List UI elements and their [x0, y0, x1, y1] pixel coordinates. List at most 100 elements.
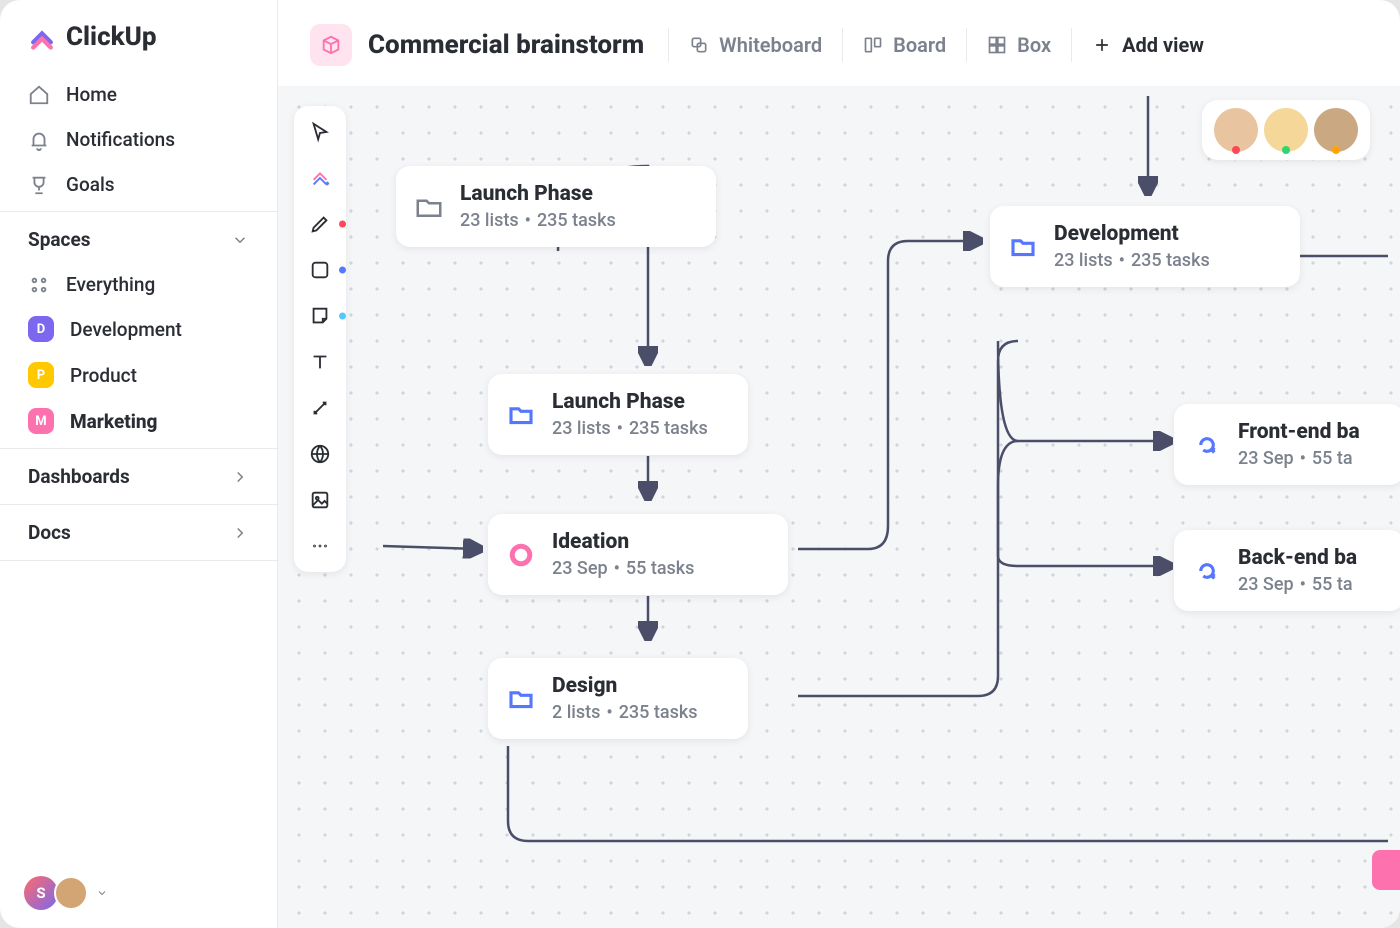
- node-meta: 23 lists•235 tasks: [460, 210, 616, 231]
- presence-avatar[interactable]: [1264, 108, 1308, 152]
- node-meta: 23 Sep•55 ta: [1238, 574, 1357, 595]
- brand-logo[interactable]: ClickUp: [0, 0, 277, 68]
- bell-icon: [28, 129, 50, 151]
- space-label: Development: [70, 318, 182, 341]
- tool-shape[interactable]: [308, 258, 332, 282]
- box-3d-icon: [320, 34, 342, 56]
- topbar: Commercial brainstorm Whiteboard Board B…: [278, 0, 1400, 86]
- view-label: Box: [1017, 33, 1051, 57]
- view-box[interactable]: Box: [966, 28, 1071, 62]
- page-title: Commercial brainstorm: [368, 30, 644, 60]
- tool-web[interactable]: [308, 442, 332, 466]
- node-meta: 23 Sep•55 ta: [1238, 448, 1360, 469]
- plus-icon: [1092, 35, 1112, 55]
- nav-home[interactable]: Home: [14, 72, 263, 117]
- space-label: Marketing: [70, 410, 157, 433]
- node-launch-phase[interactable]: Launch Phase 23 lists•235 tasks: [396, 166, 716, 247]
- node-launch-phase-2[interactable]: Launch Phase 23 lists•235 tasks: [488, 374, 748, 455]
- view-label: Board: [893, 33, 946, 57]
- caret-down-icon: [96, 887, 108, 899]
- avatar-initial: S: [24, 876, 58, 910]
- node-title: Development: [1054, 222, 1210, 246]
- tool-sticky[interactable]: [308, 304, 332, 328]
- profile-switcher[interactable]: S: [24, 876, 108, 910]
- nav-docs-label: Docs: [28, 521, 71, 544]
- avatar-photo: [54, 876, 88, 910]
- tool-image[interactable]: [308, 488, 332, 512]
- nav-notifications-label: Notifications: [66, 128, 175, 151]
- add-view[interactable]: Add view: [1071, 28, 1224, 62]
- globe-icon: [309, 443, 331, 465]
- node-title: Design: [552, 674, 697, 698]
- text-icon: [309, 351, 331, 373]
- nav-home-label: Home: [66, 83, 117, 106]
- cursor-presence-tag: [1372, 850, 1400, 890]
- space-product[interactable]: P Product: [14, 352, 263, 398]
- presence-avatars[interactable]: [1202, 100, 1370, 160]
- image-icon: [309, 489, 331, 511]
- chevron-down-icon: [231, 231, 249, 249]
- tool-connector[interactable]: [308, 396, 332, 420]
- cursor-icon: [309, 121, 331, 143]
- nav-dashboards[interactable]: Dashboards: [0, 448, 277, 504]
- nav-docs[interactable]: Docs: [0, 504, 277, 561]
- space-marketing[interactable]: M Marketing: [14, 398, 263, 444]
- node-meta: 2 lists•235 tasks: [552, 702, 697, 723]
- node-ideation[interactable]: Ideation 23 Sep•55 tasks: [488, 514, 788, 595]
- tool-clickup[interactable]: [308, 166, 332, 190]
- loop-arrow-icon: [1192, 430, 1222, 460]
- nav-notifications[interactable]: Notifications: [14, 117, 263, 162]
- node-title: Back-end ba: [1238, 546, 1357, 570]
- primary-nav: Home Notifications Goals: [0, 68, 277, 211]
- spaces-header-label: Spaces: [28, 228, 90, 251]
- view-board[interactable]: Board: [842, 28, 966, 62]
- chevron-right-icon: [231, 524, 249, 542]
- nav-goals-label: Goals: [66, 173, 115, 196]
- sync-folder-icon: [506, 684, 536, 714]
- view-label: Whiteboard: [719, 33, 822, 57]
- whiteboard-icon: [689, 35, 709, 55]
- node-design[interactable]: Design 2 lists•235 tasks: [488, 658, 748, 739]
- whiteboard-canvas[interactable]: Launch Phase 23 lists•235 tasks Launch P…: [278, 86, 1400, 928]
- nav-dashboards-label: Dashboards: [28, 465, 130, 488]
- node-development[interactable]: Development 23 lists•235 tasks: [990, 206, 1300, 287]
- tool-more[interactable]: [308, 534, 332, 558]
- chevron-right-icon: [231, 468, 249, 486]
- pen-icon: [309, 213, 331, 235]
- tool-text[interactable]: [308, 350, 332, 374]
- node-backend[interactable]: Back-end ba 23 Sep•55 ta: [1174, 530, 1400, 611]
- space-label: Product: [70, 364, 137, 387]
- sync-folder-icon: [1008, 232, 1038, 262]
- folder-icon: [414, 192, 444, 222]
- node-title: Launch Phase: [460, 182, 616, 206]
- space-development[interactable]: D Development: [14, 306, 263, 352]
- page-icon[interactable]: [310, 24, 352, 66]
- main: Commercial brainstorm Whiteboard Board B…: [278, 0, 1400, 928]
- view-whiteboard[interactable]: Whiteboard: [668, 28, 842, 62]
- brand-name: ClickUp: [66, 22, 157, 52]
- spaces-header[interactable]: Spaces: [0, 211, 277, 259]
- space-badge: M: [28, 408, 54, 434]
- square-icon: [309, 259, 331, 281]
- connector-icon: [309, 397, 331, 419]
- grid-icon: [28, 274, 50, 296]
- space-everything-label: Everything: [66, 273, 155, 296]
- space-everything[interactable]: Everything: [14, 263, 263, 306]
- clickup-logo-icon: [28, 23, 56, 51]
- nav-goals[interactable]: Goals: [14, 162, 263, 207]
- tool-rail: [294, 106, 346, 572]
- home-icon: [28, 84, 50, 106]
- tool-pen[interactable]: [308, 212, 332, 236]
- spaces-list: Everything D Development P Product M Mar…: [0, 259, 277, 448]
- node-title: Ideation: [552, 530, 694, 554]
- sync-folder-icon: [506, 400, 536, 430]
- node-title: Launch Phase: [552, 390, 708, 414]
- node-meta: 23 Sep•55 tasks: [552, 558, 694, 579]
- presence-avatar[interactable]: [1314, 108, 1358, 152]
- presence-avatar[interactable]: [1214, 108, 1258, 152]
- tool-select[interactable]: [308, 120, 332, 144]
- node-meta: 23 lists•235 tasks: [552, 418, 708, 439]
- app-window: ClickUp Home Notifications Goals Spaces: [0, 0, 1400, 928]
- clickup-add-icon: [309, 167, 331, 189]
- node-frontend[interactable]: Front-end ba 23 Sep•55 ta: [1174, 404, 1400, 485]
